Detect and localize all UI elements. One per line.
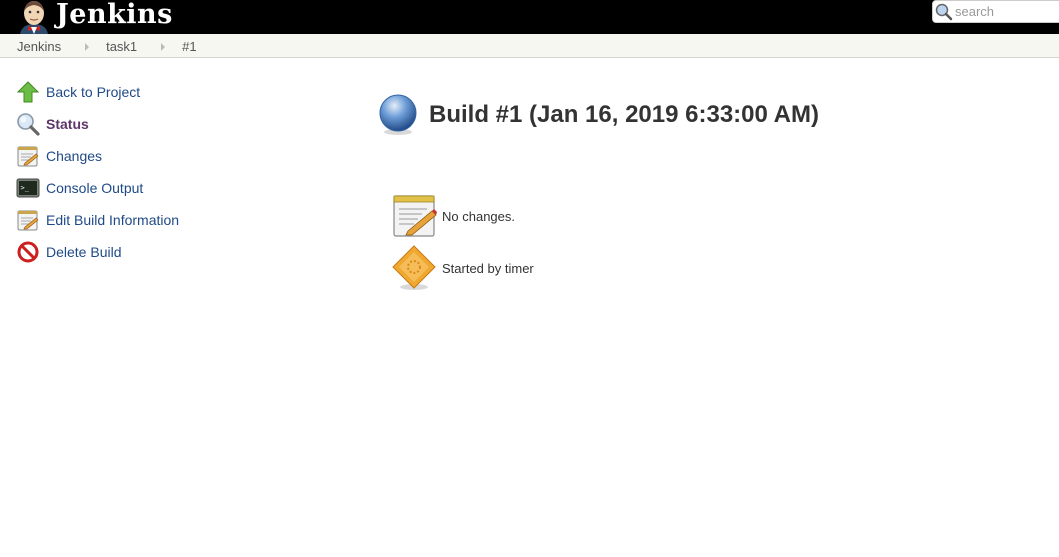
jenkins-home-link[interactable]: Jenkins <box>16 0 173 34</box>
notepad-icon <box>392 193 438 239</box>
task-edit-build-information[interactable]: Edit Build Information <box>16 204 316 236</box>
no-entry-icon <box>16 240 40 264</box>
svg-text:>_: >_ <box>21 184 30 192</box>
breadcrumb-separator-icon[interactable] <box>85 43 90 51</box>
task-changes[interactable]: Changes <box>16 140 316 172</box>
main-panel: Build #1 (Jan 16, 2019 6:33:00 AM) <box>378 94 819 136</box>
breadcrumb-bar: Jenkins task1 #1 <box>0 34 1059 58</box>
search-box[interactable] <box>932 0 1059 23</box>
task-status[interactable]: Status <box>16 108 316 140</box>
side-panel: Back to Project Status Changes >_ Consol… <box>16 76 316 268</box>
breadcrumb-separator-icon[interactable] <box>161 43 166 51</box>
breadcrumb: Jenkins task1 #1 <box>0 34 1059 58</box>
summary-item-changes: No changes. <box>392 192 534 240</box>
breadcrumb-build-1[interactable]: #1 <box>182 39 196 54</box>
breadcrumb-task1[interactable]: task1 <box>106 39 137 54</box>
changes-link[interactable]: Changes <box>46 148 102 164</box>
blue-ball-icon <box>378 94 418 136</box>
magnifier-icon <box>16 112 40 136</box>
jenkins-butler-logo-icon <box>16 0 52 34</box>
page-title: Build #1 (Jan 16, 2019 6:33:00 AM) <box>429 101 819 128</box>
build-title: Build #1 (Jan 16, 2019 6:33:00 AM) <box>378 94 819 136</box>
back-to-project-link[interactable]: Back to Project <box>46 84 140 100</box>
terminal-icon: >_ <box>16 176 40 200</box>
summary-item-cause: Started by timer <box>392 244 534 292</box>
app-title: Jenkins <box>56 0 173 30</box>
delete-build-link[interactable]: Delete Build <box>46 244 122 260</box>
task-back-to-project[interactable]: Back to Project <box>16 76 316 108</box>
task-console-output[interactable]: >_ Console Output <box>16 172 316 204</box>
status-link[interactable]: Status <box>46 116 89 132</box>
page-header: Jenkins <box>0 0 1059 34</box>
no-changes-text: No changes. <box>442 208 515 224</box>
started-by-timer-text: Started by timer <box>442 260 534 276</box>
up-arrow-icon <box>16 80 40 104</box>
notepad-icon <box>16 144 40 168</box>
search-input[interactable] <box>955 4 1059 19</box>
task-delete-build[interactable]: Delete Build <box>16 236 316 268</box>
build-summary: No changes. Started by timer <box>392 192 534 296</box>
edit-build-information-link[interactable]: Edit Build Information <box>46 212 179 228</box>
timer-cause-icon <box>392 245 438 291</box>
breadcrumb-jenkins[interactable]: Jenkins <box>17 39 61 54</box>
notepad-icon <box>16 208 40 232</box>
search-icon <box>935 3 953 21</box>
console-output-link[interactable]: Console Output <box>46 180 143 196</box>
